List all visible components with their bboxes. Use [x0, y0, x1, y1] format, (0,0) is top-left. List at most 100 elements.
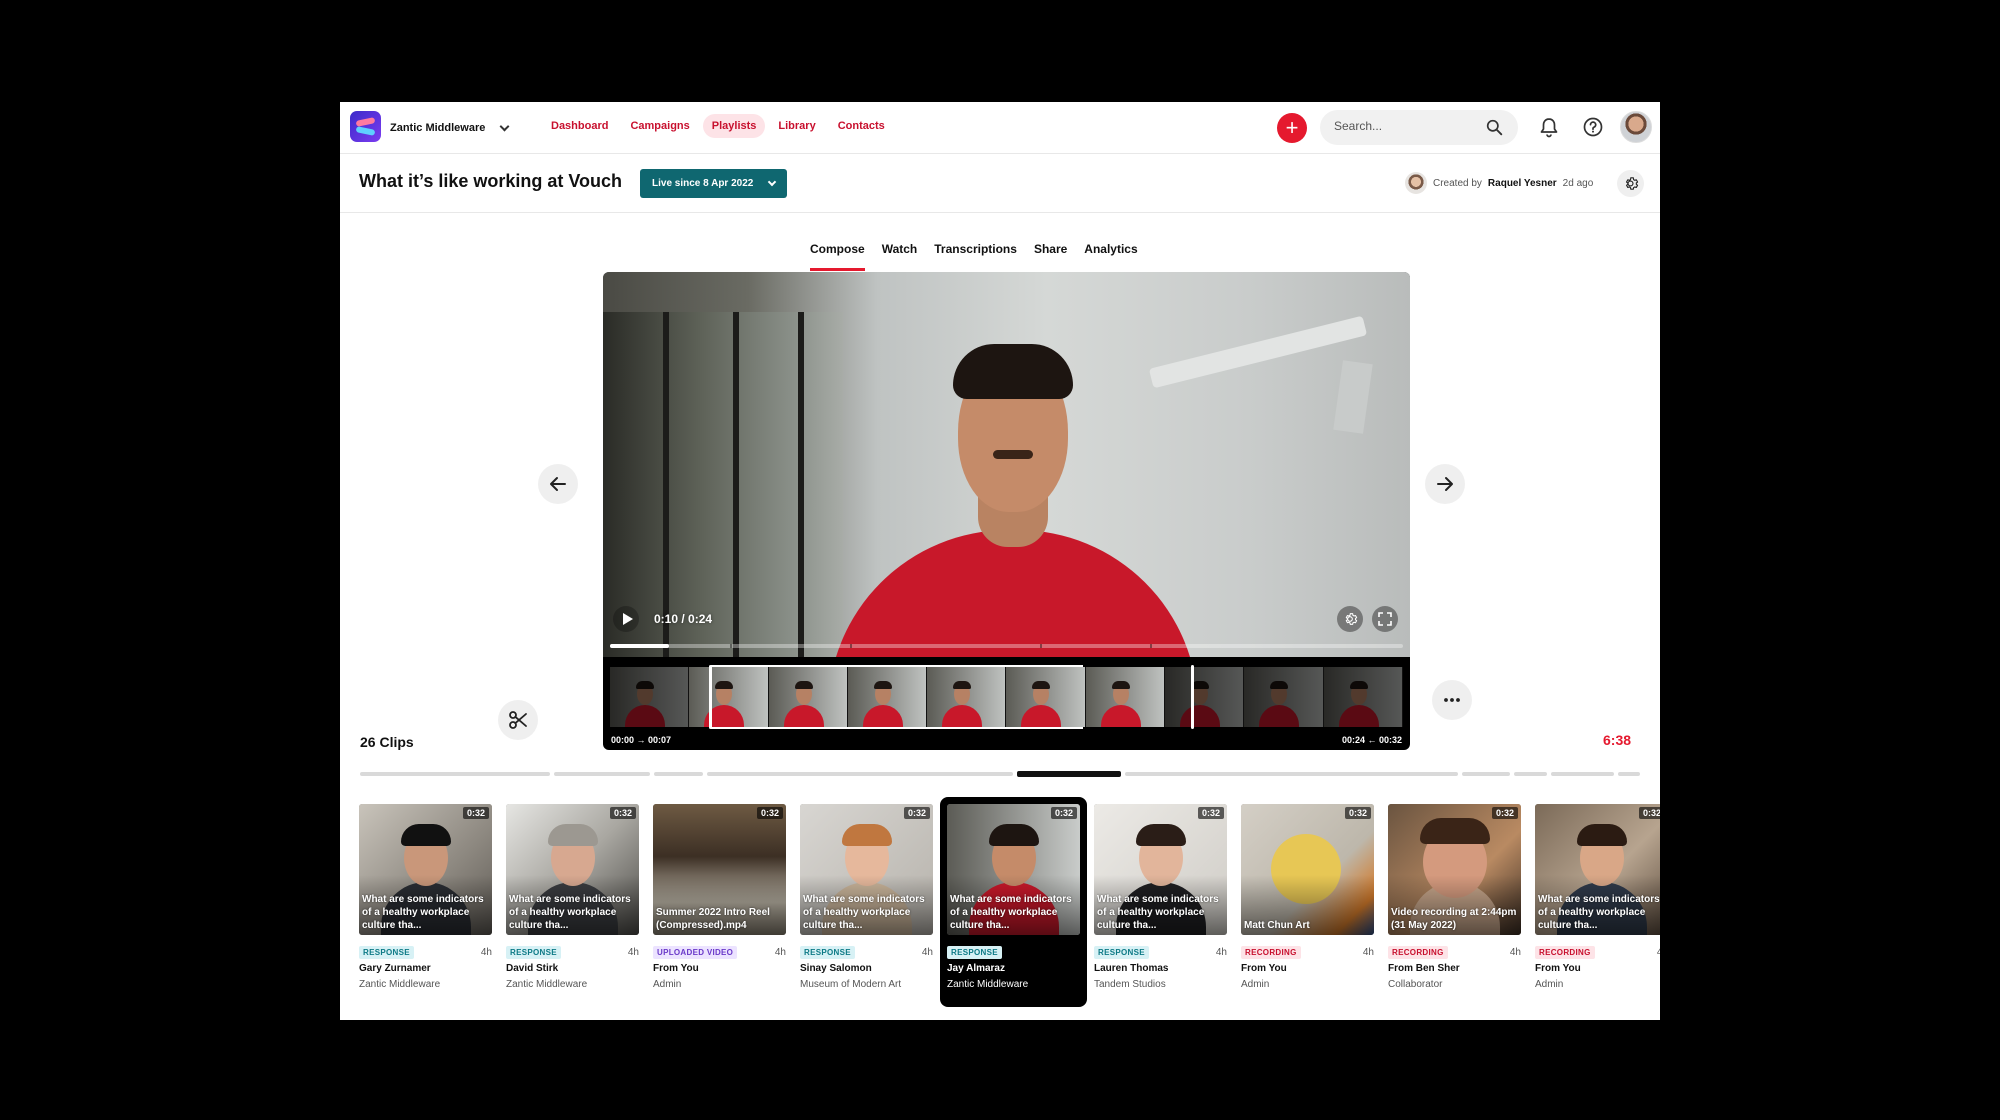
nav-link-playlists[interactable]: Playlists	[702, 114, 766, 138]
next-clip-button[interactable]	[1425, 464, 1465, 504]
clip-type-badge: RESPONSE	[800, 946, 855, 959]
nav-link-library[interactable]: Library	[769, 114, 824, 138]
nav-link-dashboard[interactable]: Dashboard	[542, 114, 617, 138]
nav-link-contacts[interactable]: Contacts	[829, 114, 894, 138]
timeline-segment[interactable]	[654, 772, 703, 776]
total-duration: 6:38	[1603, 732, 1632, 748]
clip-type-badge: RESPONSE	[359, 946, 414, 959]
clip-duration: 0:32	[1344, 807, 1371, 819]
clip-age: 4h	[1656, 947, 1660, 958]
arrow-right-icon	[1437, 477, 1453, 491]
tab-share[interactable]: Share	[1034, 242, 1067, 271]
clip-thumbnail: 0:32 What are some indicators of a healt…	[1535, 804, 1660, 935]
settings-button[interactable]	[1617, 170, 1644, 197]
vouch-logo-icon[interactable]	[350, 111, 381, 142]
clip-card[interactable]: 0:32 What are some indicators of a healt…	[793, 797, 940, 1007]
clip-age: 4h	[921, 947, 933, 958]
clip-author: Gary Zurnamer	[359, 963, 431, 974]
clip-age: 4h	[480, 947, 492, 958]
play-button[interactable]	[613, 606, 639, 632]
video-settings-button[interactable]	[1337, 606, 1363, 632]
clip-age: 4h	[1362, 947, 1374, 958]
org-switcher[interactable]: Zantic Middleware	[390, 102, 510, 154]
tab-transcriptions[interactable]: Transcriptions	[934, 242, 1017, 271]
clip-author: From You	[1241, 963, 1287, 974]
timeline-segment[interactable]	[1551, 772, 1614, 776]
playlist-timeline[interactable]	[360, 771, 1640, 777]
help-icon[interactable]	[1582, 116, 1604, 138]
clip-caption: What are some indicators of a healthy wo…	[362, 894, 484, 931]
clip-type-badge: RECORDING	[1535, 946, 1595, 959]
clip-age: 4h	[1215, 947, 1227, 958]
status-label: Live since 8 Apr 2022	[652, 178, 754, 189]
page-header: What it’s like working at Vouch Live sin…	[340, 154, 1660, 213]
tab-analytics[interactable]: Analytics	[1084, 242, 1137, 271]
clip-card[interactable]: 0:32 Video recording at 2:44pm (31 May 2…	[1381, 797, 1528, 1007]
clip-card[interactable]: 0:32 Matt Chun Art RECORDING 4h From You…	[1234, 797, 1381, 1007]
clip-type-badge: RECORDING	[1241, 946, 1301, 959]
more-options-button[interactable]	[1432, 680, 1472, 720]
trim-start-label: 00:00 → 00:07	[611, 735, 672, 745]
clip-card[interactable]: 0:32 What are some indicators of a healt…	[1087, 797, 1234, 1007]
trim-tool-button[interactable]	[498, 700, 538, 740]
time-display: 0:10 / 0:24	[654, 612, 713, 626]
tab-compose[interactable]: Compose	[810, 242, 865, 271]
clip-caption: What are some indicators of a healthy wo…	[950, 894, 1072, 931]
clip-thumbnail: 0:32 Matt Chun Art	[1241, 804, 1374, 935]
clip-duration: 0:32	[1050, 807, 1077, 819]
created-prefix: Created by	[1433, 177, 1482, 189]
clip-author: From Ben Sher	[1388, 963, 1460, 974]
timeline-segment[interactable]	[1514, 772, 1547, 776]
timeline-segment-active[interactable]	[1017, 771, 1121, 777]
clip-org: Admin	[653, 979, 682, 990]
clip-card[interactable]: 0:32 What are some indicators of a healt…	[499, 797, 646, 1007]
timeline-segment[interactable]	[360, 772, 550, 776]
clip-caption: Video recording at 2:44pm (31 May 2022)	[1391, 907, 1517, 931]
clip-list: 0:32 What are some indicators of a healt…	[340, 797, 1660, 1017]
timeline-segment[interactable]	[1462, 772, 1510, 776]
video-progress-bar[interactable]	[610, 644, 1403, 648]
timeline-segment[interactable]	[1125, 772, 1458, 776]
clip-card-selected[interactable]: 0:32 What are some indicators of a healt…	[940, 797, 1087, 1007]
clip-age: 4h	[1509, 947, 1521, 958]
org-name: Zantic Middleware	[390, 122, 486, 134]
clip-thumbnail: 0:32 Summer 2022 Intro Reel (Compressed)…	[653, 804, 786, 935]
add-button[interactable]: +	[1277, 113, 1307, 143]
status-dropdown[interactable]: Live since 8 Apr 2022	[640, 169, 788, 198]
clip-card[interactable]: 0:32 What are some indicators of a healt…	[1528, 797, 1660, 1007]
user-avatar[interactable]	[1620, 111, 1652, 143]
clip-type-badge: UPLOADED VIDEO	[653, 946, 738, 959]
clip-type-badge: RESPONSE	[947, 946, 1002, 959]
clip-card[interactable]: 0:32 Summer 2022 Intro Reel (Compressed)…	[646, 797, 793, 1007]
gear-icon	[1345, 613, 1358, 625]
previous-clip-button[interactable]	[538, 464, 578, 504]
clip-card[interactable]: 0:32 What are some indicators of a healt…	[352, 797, 499, 1007]
clip-duration: 0:32	[462, 807, 489, 819]
clip-type-badge: RESPONSE	[506, 946, 561, 959]
clip-thumbnail: 0:32 What are some indicators of a healt…	[1094, 804, 1227, 935]
clip-author: From You	[653, 963, 699, 974]
trim-start-handle[interactable]	[709, 665, 712, 729]
video-frame[interactable]: 0:10 / 0:24	[603, 272, 1410, 657]
tab-watch[interactable]: Watch	[882, 242, 918, 271]
search-icon[interactable]	[1486, 119, 1503, 136]
video-player: 0:10 / 0:24 00:00 → 00:07 00:24 ← 00:32	[603, 272, 1410, 750]
clip-author: From You	[1535, 963, 1581, 974]
search-input[interactable]	[1334, 119, 1484, 133]
top-nav: Zantic Middleware Dashboard Campaigns Pl…	[340, 102, 1660, 154]
chevron-down-icon	[768, 177, 777, 186]
clip-type-badge: RECORDING	[1388, 946, 1448, 959]
timeline-segment[interactable]	[1618, 772, 1640, 776]
video-progress-fill	[610, 644, 670, 648]
trim-end-handle[interactable]	[1191, 665, 1194, 729]
timeline-segment[interactable]	[707, 772, 1013, 776]
fullscreen-button[interactable]	[1372, 606, 1398, 632]
clip-org: Admin	[1535, 979, 1564, 990]
nav-link-campaigns[interactable]: Campaigns	[621, 114, 698, 138]
trim-selection	[711, 665, 1083, 729]
clip-org: Museum of Modern Art	[800, 979, 902, 990]
creator-name: Raquel Yesner	[1487, 177, 1557, 189]
timeline-segment[interactable]	[554, 772, 650, 776]
bell-icon[interactable]	[1538, 116, 1560, 138]
scissors-icon	[509, 711, 527, 729]
